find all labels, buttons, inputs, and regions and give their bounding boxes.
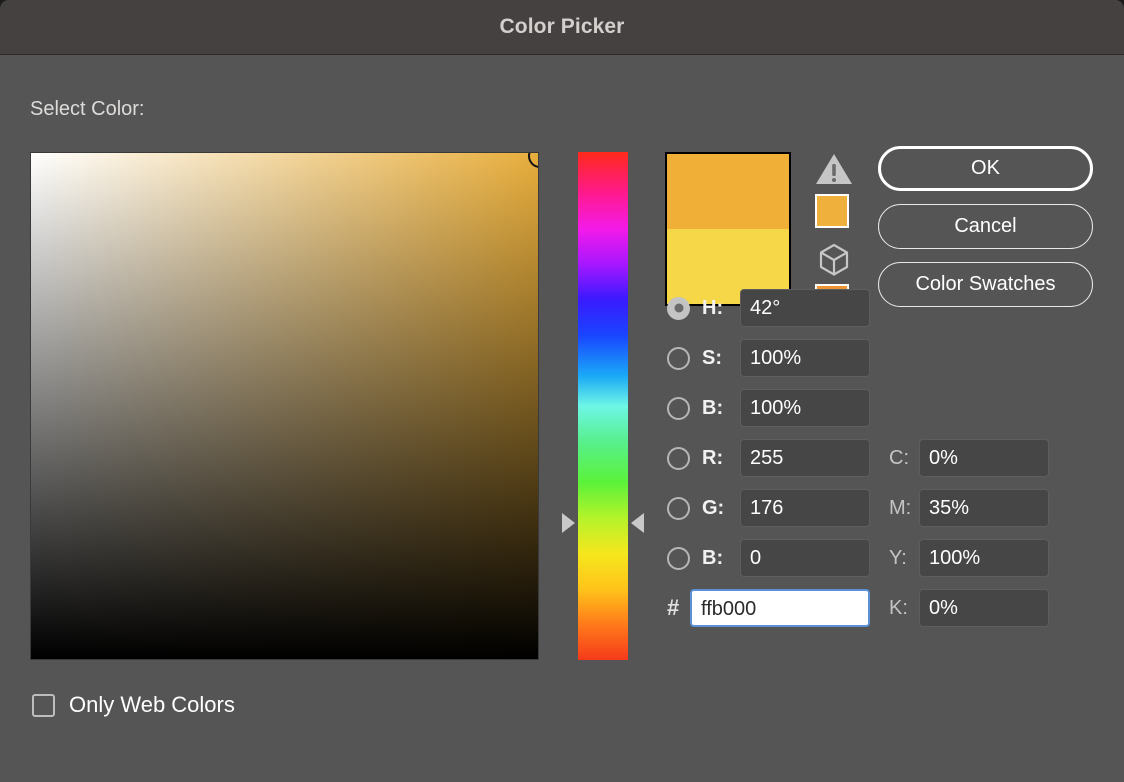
hue-slider[interactable] xyxy=(578,152,628,660)
radio-brightness[interactable] xyxy=(667,397,690,420)
label-cyan: C: xyxy=(889,447,919,470)
row-black: K: 0% xyxy=(889,589,1049,627)
input-black[interactable]: 0% xyxy=(919,589,1049,627)
input-saturation[interactable]: 100% xyxy=(740,339,870,377)
cube-icon[interactable] xyxy=(815,242,853,276)
input-blue[interactable]: 0 xyxy=(740,539,870,577)
label-hue: H: xyxy=(702,297,740,320)
row-red: R: 255 xyxy=(667,439,870,477)
row-brightness: B: 100% xyxy=(667,389,870,427)
input-brightness[interactable]: 100% xyxy=(740,389,870,427)
label-green: G: xyxy=(702,497,740,520)
radio-green[interactable] xyxy=(667,497,690,520)
color-preview-swatch[interactable] xyxy=(665,152,791,306)
window-title: Color Picker xyxy=(500,15,625,39)
only-web-colors-label: Only Web Colors xyxy=(69,692,235,718)
radio-hue[interactable] xyxy=(667,297,690,320)
hue-slider-marker-right[interactable] xyxy=(631,513,644,533)
input-magenta[interactable]: 35% xyxy=(919,489,1049,527)
label-magenta: M: xyxy=(889,497,919,520)
color-picker-window: Color Picker Select Color: xyxy=(0,0,1124,782)
label-red: R: xyxy=(702,447,740,470)
row-green: G: 176 xyxy=(667,489,870,527)
gamut-warning-group xyxy=(815,152,853,228)
titlebar: Color Picker xyxy=(0,0,1124,55)
ok-button[interactable]: OK xyxy=(878,146,1093,191)
sb-brightness-layer xyxy=(31,153,538,659)
input-cyan[interactable]: 0% xyxy=(919,439,1049,477)
input-red[interactable]: 255 xyxy=(740,439,870,477)
row-blue: B: 0 xyxy=(667,539,870,577)
gamut-alternate-swatch[interactable] xyxy=(815,194,849,228)
label-blue: B: xyxy=(702,547,740,570)
label-saturation: S: xyxy=(702,347,740,370)
dialog-body: Select Color: xyxy=(0,56,1124,782)
input-green[interactable]: 176 xyxy=(740,489,870,527)
radio-blue[interactable] xyxy=(667,547,690,570)
radio-red[interactable] xyxy=(667,447,690,470)
row-hex: # ffb000 xyxy=(667,589,870,627)
row-saturation: S: 100% xyxy=(667,339,870,377)
input-yellow[interactable]: 100% xyxy=(919,539,1049,577)
color-swatches-button[interactable]: Color Swatches xyxy=(878,262,1093,307)
row-cyan: C: 0% xyxy=(889,439,1049,477)
hex-symbol: # xyxy=(667,595,690,621)
only-web-colors-checkbox-row[interactable]: Only Web Colors xyxy=(32,692,235,718)
label-yellow: Y: xyxy=(889,547,919,570)
row-yellow: Y: 100% xyxy=(889,539,1049,577)
input-hue[interactable]: 42° xyxy=(740,289,870,327)
saturation-brightness-field[interactable] xyxy=(30,152,539,660)
only-web-colors-checkbox[interactable] xyxy=(32,694,55,717)
hue-slider-marker-left[interactable] xyxy=(562,513,575,533)
cancel-button[interactable]: Cancel xyxy=(878,204,1093,249)
row-magenta: M: 35% xyxy=(889,489,1049,527)
label-brightness: B: xyxy=(702,397,740,420)
preview-new-color xyxy=(667,154,789,229)
select-color-label: Select Color: xyxy=(30,98,145,121)
row-hue: H: 42° xyxy=(667,289,870,327)
input-hex[interactable]: ffb000 xyxy=(690,589,870,627)
warning-triangle-icon[interactable] xyxy=(815,152,853,186)
radio-saturation[interactable] xyxy=(667,347,690,370)
label-black: K: xyxy=(889,597,919,620)
